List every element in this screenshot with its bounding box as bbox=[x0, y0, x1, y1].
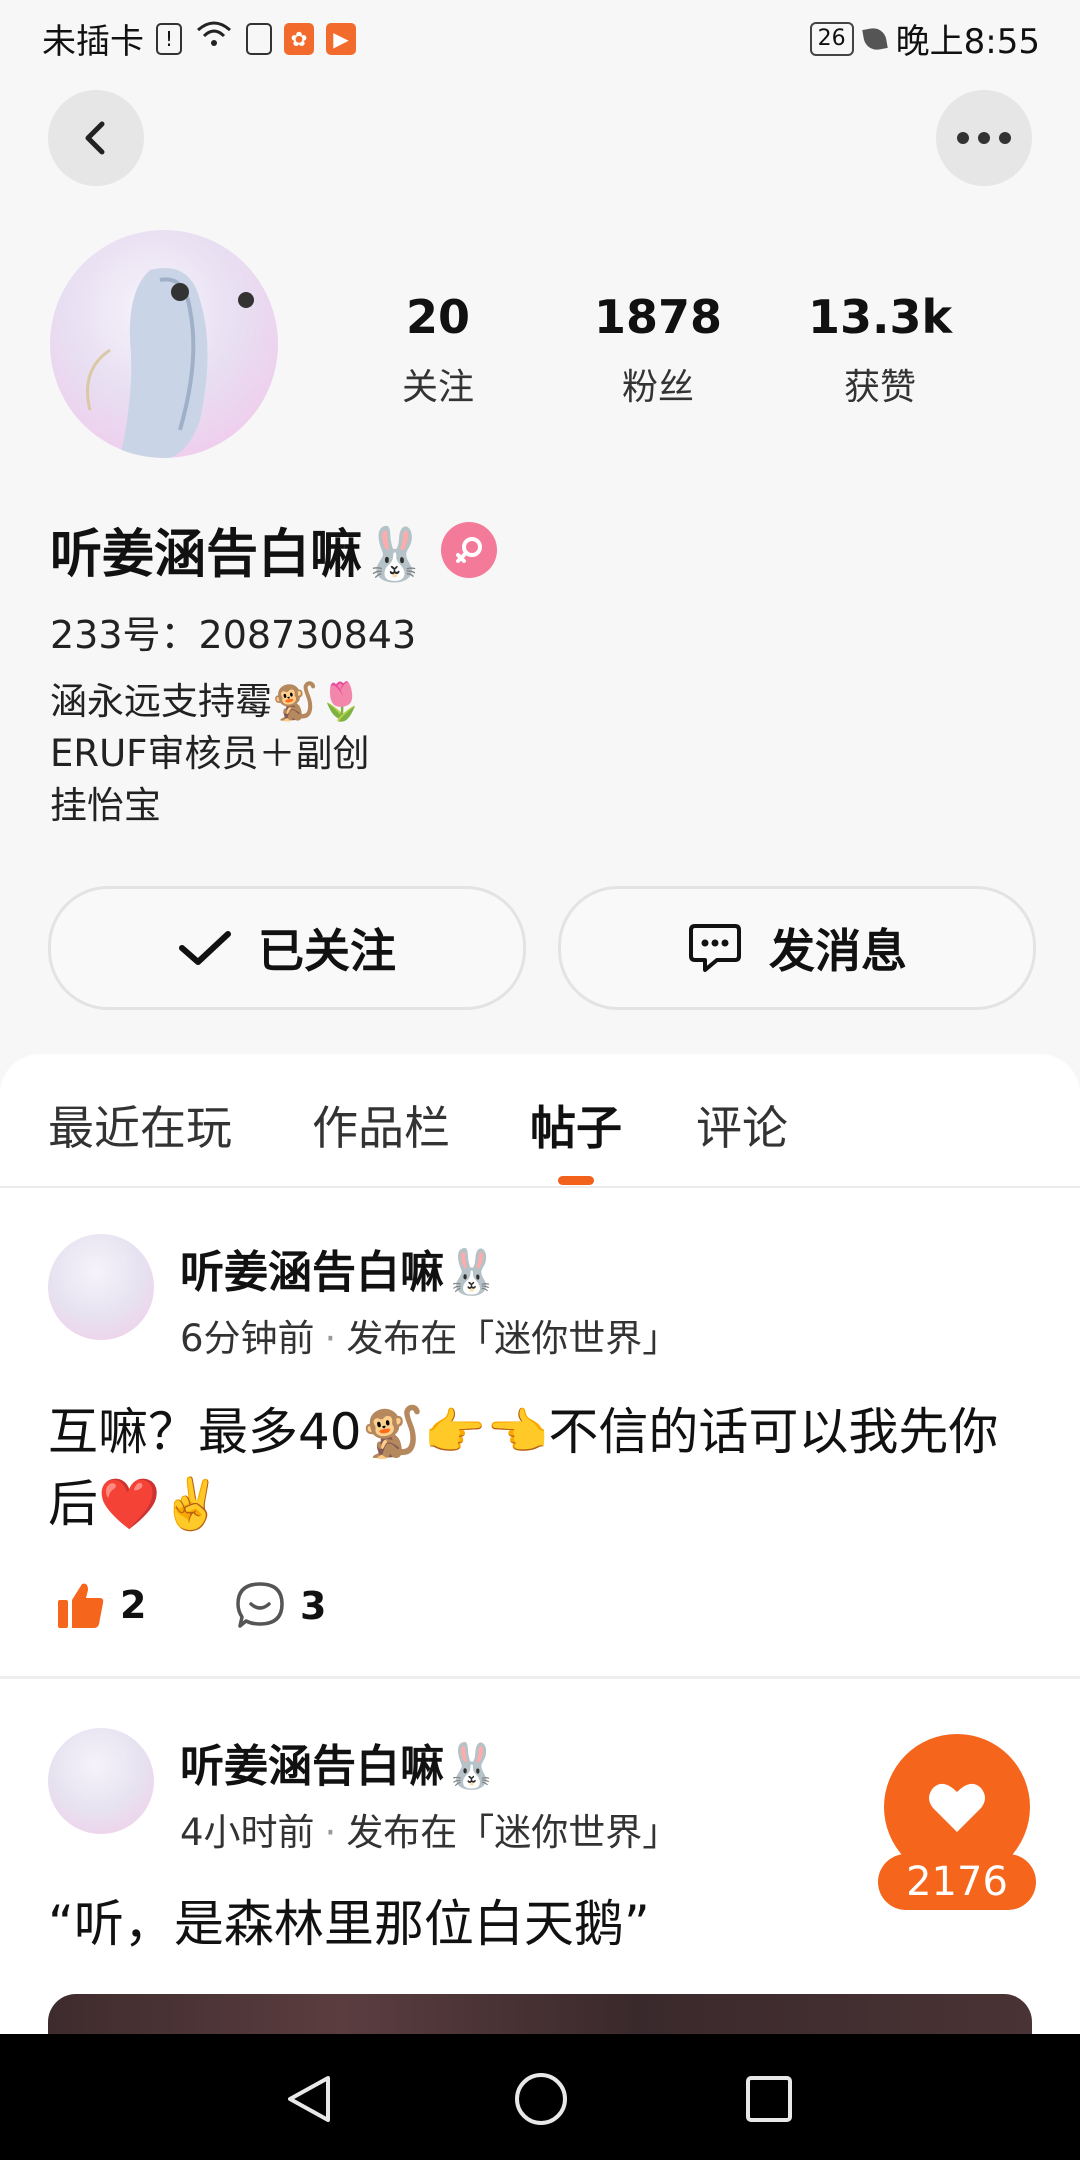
bio-line: ERUF审核员＋副创 bbox=[50, 732, 370, 775]
post-author-avatar[interactable] bbox=[48, 1234, 154, 1340]
post-time: 6分钟前 bbox=[180, 1317, 315, 1360]
like-fab-count: 2176 bbox=[878, 1854, 1036, 1910]
stat-following[interactable]: 20 关注 bbox=[348, 290, 528, 410]
status-left: 未插卡 ! ✿ ▶ bbox=[42, 14, 356, 63]
nav-home-icon[interactable] bbox=[512, 2070, 570, 2128]
followers-count: 1878 bbox=[593, 290, 723, 344]
post-comment-count: 3 bbox=[300, 1584, 327, 1628]
post-location[interactable]: 发布在「迷你世界」 bbox=[346, 1811, 679, 1854]
tab-recently-played[interactable]: 最近在玩 bbox=[48, 1092, 232, 1158]
likes-count: 13.3k bbox=[807, 290, 953, 344]
post-body[interactable]: 互嘛？最多40🐒👉👈不信的话可以我先你后❤️✌️ bbox=[48, 1396, 1038, 1540]
followed-label: 已关注 bbox=[258, 924, 396, 978]
video-notification-icon: ▶ bbox=[326, 22, 356, 55]
post-author-name[interactable]: 听姜涵告白嘛🐰 bbox=[180, 1236, 499, 1300]
sim-alert-icon: ! bbox=[156, 22, 182, 55]
post-comment-button[interactable]: 3 bbox=[234, 1580, 326, 1632]
post-time: 4小时前 bbox=[180, 1811, 315, 1854]
post-separator bbox=[0, 1676, 1080, 1679]
bio-line: 挂怡宝 bbox=[50, 784, 161, 827]
likes-label: 获赞 bbox=[843, 367, 916, 408]
comment-icon bbox=[236, 1582, 284, 1628]
followers-label: 粉丝 bbox=[621, 367, 694, 408]
female-gender-icon bbox=[440, 521, 497, 578]
post-image[interactable] bbox=[48, 1994, 1032, 2034]
bio-line: 涵永远支持霉🐒🌷 bbox=[50, 680, 365, 723]
system-navigation-bar bbox=[0, 2034, 1080, 2160]
back-button[interactable] bbox=[48, 90, 144, 186]
following-count: 20 bbox=[405, 290, 470, 344]
post-meta: 6分钟前 · 发布在「迷你世界」 bbox=[180, 1308, 679, 1362]
profile-bio: 涵永远支持霉🐒🌷 ERUF审核员＋副创 挂怡宝 bbox=[50, 676, 369, 832]
meta-separator: · bbox=[324, 1811, 337, 1854]
stat-likes[interactable]: 13.3k 获赞 bbox=[790, 290, 970, 410]
tab-comments[interactable]: 评论 bbox=[696, 1092, 788, 1158]
profile-name: 听姜涵告白嘛🐰 bbox=[50, 525, 427, 585]
check-icon bbox=[179, 931, 231, 965]
user-id: 233号：208730843 bbox=[50, 613, 417, 657]
tab-posts[interactable]: 帖子 bbox=[530, 1092, 622, 1158]
following-label: 关注 bbox=[401, 367, 474, 408]
post-like-button[interactable]: 2 bbox=[56, 1580, 146, 1630]
status-bar: 未插卡 ! ✿ ▶ 26 晚上8:55 bbox=[0, 0, 1080, 74]
profile-name-row: 听姜涵告白嘛🐰 bbox=[50, 512, 497, 587]
profile-avatar[interactable] bbox=[50, 230, 278, 458]
post-meta: 4小时前 · 发布在「迷你世界」 bbox=[180, 1802, 679, 1856]
heart-icon bbox=[929, 1783, 985, 1832]
active-tab-indicator bbox=[558, 1176, 594, 1185]
message-bubble-icon bbox=[689, 924, 741, 972]
clock: 晚上8:55 bbox=[895, 22, 1040, 62]
thumbs-up-icon bbox=[58, 1583, 104, 1628]
carrier-text: 未插卡 bbox=[42, 22, 144, 62]
followed-button[interactable]: 已关注 bbox=[48, 886, 526, 1010]
app-notification-icon: ✿ bbox=[284, 22, 314, 55]
phone-icon bbox=[246, 22, 272, 55]
meta-separator: · bbox=[324, 1317, 337, 1360]
post-author-avatar[interactable] bbox=[48, 1728, 154, 1834]
eco-leaf-icon bbox=[861, 25, 888, 52]
nav-back-icon[interactable] bbox=[282, 2072, 336, 2126]
post-like-count: 2 bbox=[120, 1583, 147, 1627]
send-message-label: 发消息 bbox=[769, 924, 907, 978]
chevron-left-icon bbox=[85, 121, 105, 155]
battery-icon: 26 bbox=[809, 21, 854, 56]
tabs-divider bbox=[0, 1186, 1080, 1188]
nav-recents-icon[interactable] bbox=[744, 2074, 794, 2124]
send-message-button[interactable]: 发消息 bbox=[558, 886, 1036, 1010]
post-location[interactable]: 发布在「迷你世界」 bbox=[346, 1317, 679, 1360]
status-right: 26 晚上8:55 bbox=[809, 14, 1040, 63]
more-dots-icon bbox=[957, 132, 1011, 144]
more-button[interactable] bbox=[936, 90, 1032, 186]
wifi-icon bbox=[194, 18, 234, 59]
tab-works[interactable]: 作品栏 bbox=[312, 1092, 450, 1158]
stat-followers[interactable]: 1878 粉丝 bbox=[568, 290, 748, 410]
post-author-name[interactable]: 听姜涵告白嘛🐰 bbox=[180, 1730, 499, 1794]
